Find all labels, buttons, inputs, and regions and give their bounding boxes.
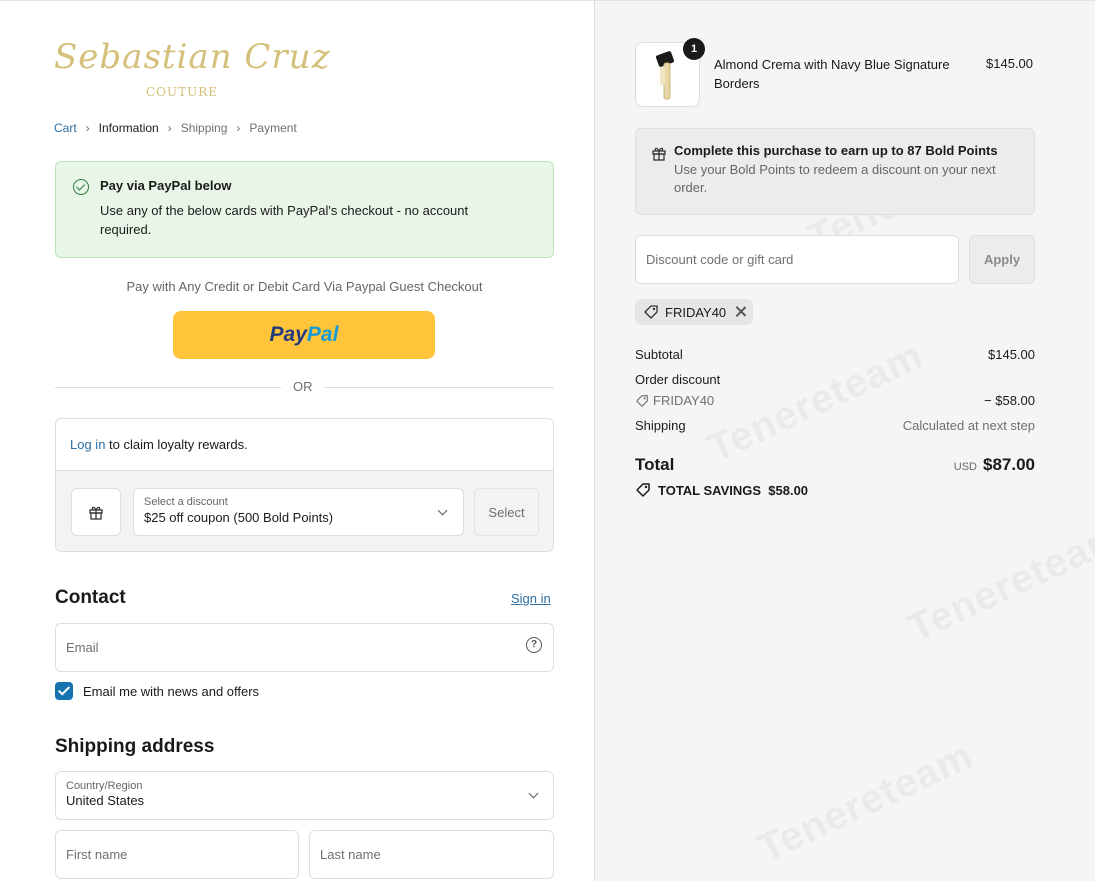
total-label: Total	[635, 455, 675, 474]
earn-points-banner: Complete this purchase to earn up to 87 …	[635, 128, 1035, 215]
product-name: Almond Crema with Navy Blue Signature Bo…	[714, 57, 950, 91]
notice-body: Use any of the below cards with PayPal's…	[100, 203, 469, 237]
first-name-field[interactable]: First name	[55, 830, 299, 879]
currency-code: USD	[953, 461, 977, 473]
country-label: Country/Region	[66, 780, 143, 792]
subtotal-value: $145.00	[988, 347, 1035, 362]
apply-button[interactable]: Apply	[969, 235, 1035, 284]
checkout-main: Sebastian Cruz COUTURE Cart › Informatio…	[0, 0, 594, 881]
gift-button[interactable]	[71, 488, 121, 536]
shipping-value: Calculated at next step	[902, 418, 1035, 433]
discount-code-input[interactable]: Discount code or gift card	[635, 235, 959, 284]
total-amount: USD $87.00	[954, 455, 1035, 475]
discount-select[interactable]: Select a discount $25 off coupon (500 Bo…	[133, 488, 464, 536]
paypal-logo-pay: Pay	[269, 323, 307, 346]
order-discount-label: Order discount	[635, 372, 721, 387]
gift-icon	[652, 147, 666, 161]
store-logo[interactable]: Sebastian Cruz COUTURE	[54, 37, 331, 107]
applied-code: FRIDAY40	[665, 304, 727, 320]
breadcrumb-shipping: Shipping	[180, 121, 228, 135]
tag-icon	[644, 305, 658, 319]
chevron-right-icon: ›	[85, 121, 90, 135]
country-value: United States	[66, 793, 145, 808]
total-value: $87.00	[983, 455, 1035, 474]
or-text: OR	[293, 379, 313, 394]
loyalty-redeem-row: Select a discount $25 off coupon (500 Bo…	[56, 471, 553, 551]
logo-subtitle: COUTURE	[146, 85, 219, 99]
discount-amount: − $58.00	[984, 393, 1035, 408]
chevron-right-icon: ›	[167, 121, 172, 135]
chevron-right-icon: ›	[236, 121, 241, 135]
product-price: $145.00	[986, 56, 1033, 71]
subtotal-label: Subtotal	[635, 347, 683, 362]
earn-body: Use your Bold Points to redeem a discoun…	[674, 162, 996, 195]
breadcrumb-payment: Payment	[249, 121, 297, 135]
order-discount-row: Order discount	[635, 372, 1035, 387]
divider-line	[55, 387, 281, 388]
loyalty-box: Log in to claim loyalty rewards. Select …	[55, 418, 554, 552]
discount-select-value: $25 off coupon (500 Bold Points)	[144, 510, 334, 525]
last-name-field[interactable]: Last name	[309, 830, 554, 879]
notice-title: Pay via PayPal below	[100, 178, 232, 193]
discount-select-label: Select a discount	[144, 496, 228, 508]
signin-link[interactable]: Sign in	[511, 591, 551, 606]
divider-line	[325, 387, 554, 388]
contact-heading: Contact	[55, 587, 126, 608]
close-icon[interactable]	[734, 305, 747, 318]
email-field[interactable]: Email	[55, 623, 554, 672]
check-circle-icon	[73, 179, 89, 195]
breadcrumb-information: Information	[98, 121, 159, 135]
paywith-text: Pay with Any Credit or Debit Card Via Pa…	[126, 279, 483, 294]
loyalty-claim-text: to claim loyalty rewards.	[105, 437, 248, 452]
loyalty-login-row: Log in to claim loyalty rewards.	[56, 419, 553, 471]
paypal-button[interactable]: Pay Pal	[173, 311, 435, 359]
subtotal-row: Subtotal $145.00	[635, 347, 1035, 362]
gift-icon	[89, 506, 103, 520]
discount-code-row: FRIDAY40 − $58.00	[635, 393, 1035, 411]
help-circle-icon[interactable]: ?	[526, 637, 542, 653]
shipping-row: Shipping Calculated at next step	[635, 418, 1035, 433]
newsletter-label: Email me with news and offers	[83, 684, 260, 699]
applied-discount-chip: FRIDAY40	[635, 299, 753, 325]
logo-script: Sebastian Cruz	[54, 37, 331, 77]
tag-icon	[636, 394, 648, 407]
login-link[interactable]: Log in	[70, 437, 105, 452]
select-discount-button[interactable]: Select	[474, 488, 539, 536]
savings-text: TOTAL SAVINGS $58.00	[658, 482, 809, 498]
quantity-badge: 1	[683, 38, 705, 60]
paypal-logo-pal: Pal	[306, 323, 339, 346]
earn-title: Complete this purchase to earn up to 87 …	[674, 143, 998, 158]
or-divider: OR	[55, 379, 554, 397]
paypal-notice: Pay via PayPal below Use any of the belo…	[55, 161, 554, 258]
country-select[interactable]: Country/Region United States	[55, 771, 554, 820]
shipping-label: Shipping	[635, 418, 686, 433]
newsletter-checkbox[interactable]	[55, 682, 73, 700]
discount-code-label: FRIDAY40	[653, 393, 715, 408]
breadcrumb-cart[interactable]: Cart	[54, 121, 77, 135]
total-savings: TOTAL SAVINGS $58.00	[635, 482, 808, 498]
breadcrumb: Cart › Information › Shipping › Payment	[54, 121, 297, 135]
tag-icon	[636, 483, 650, 497]
shipping-heading: Shipping address	[55, 736, 215, 757]
